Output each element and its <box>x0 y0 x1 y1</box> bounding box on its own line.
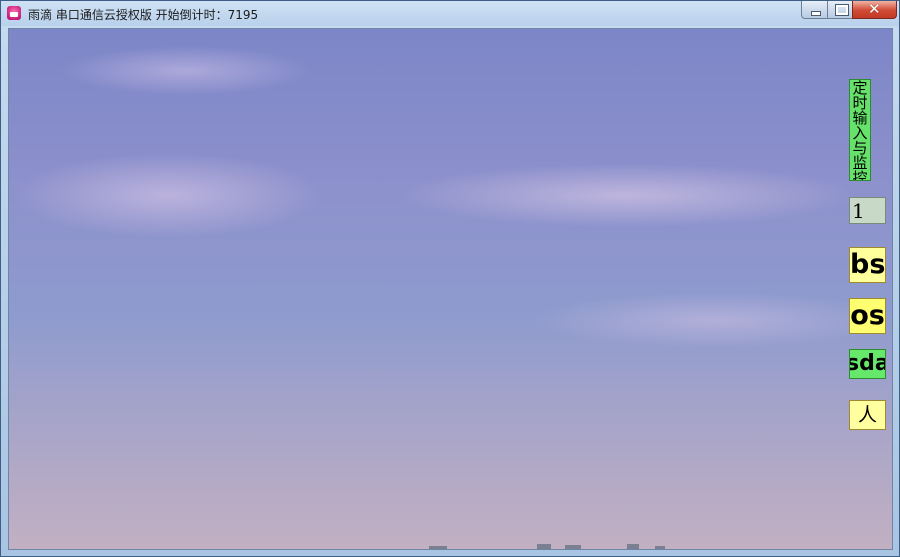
maximize-button[interactable] <box>827 1 853 19</box>
window-title: 雨滴 串口通信云授权版 开始倒计时：7195 <box>28 8 259 22</box>
os-button[interactable]: os <box>849 298 886 334</box>
maximize-icon <box>835 4 849 16</box>
sda-button[interactable]: sda <box>849 349 886 379</box>
city-skyline <box>419 543 669 549</box>
close-button[interactable]: ✕ <box>852 0 897 19</box>
minimize-button[interactable] <box>801 1 828 19</box>
title-bar[interactable]: 雨滴 串口通信云授权版 开始倒计时：7195 ✕ <box>1 0 899 26</box>
timer-monitor-button[interactable]: 定时输入与监控 <box>849 79 871 181</box>
interval-input[interactable] <box>849 197 886 224</box>
bs-button[interactable]: bs <box>849 247 886 283</box>
sky-background-image <box>8 28 893 550</box>
app-icon <box>7 6 21 20</box>
minimize-icon <box>811 11 821 16</box>
app-window: 雨滴 串口通信云授权版 开始倒计时：7195 ✕ 定时输入与监控 bs os s… <box>0 0 900 557</box>
ren-button[interactable]: 人 <box>849 400 886 430</box>
close-icon: ✕ <box>868 0 881 18</box>
